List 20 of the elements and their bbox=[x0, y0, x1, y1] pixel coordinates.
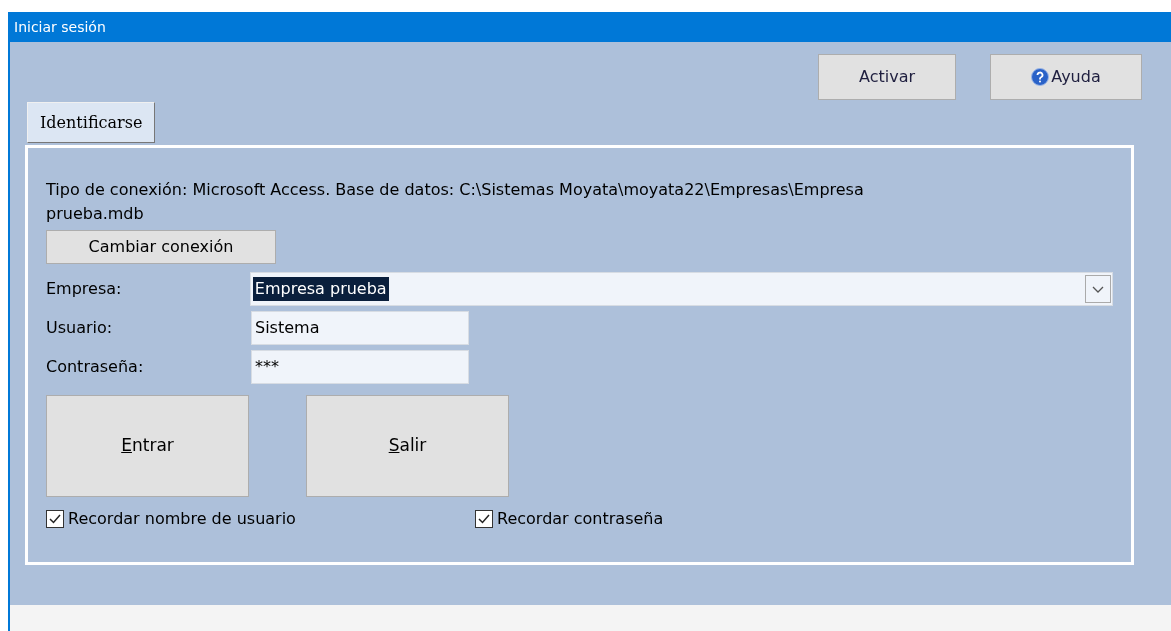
activate-button[interactable]: Activar bbox=[818, 54, 956, 100]
change-connection-button[interactable]: Cambiar conexión bbox=[46, 230, 276, 264]
company-dropdown[interactable]: Empresa prueba bbox=[249, 272, 1113, 306]
checkbox-label: Recordar nombre de usuario bbox=[68, 508, 296, 530]
help-button[interactable]: Ayuda bbox=[990, 54, 1142, 100]
help-icon bbox=[1031, 68, 1050, 86]
tab[interactable]: Identificarse bbox=[27, 102, 156, 143]
checkbox[interactable] bbox=[475, 510, 493, 528]
checkbox[interactable] bbox=[46, 510, 64, 528]
enter-button[interactable]: Entrar bbox=[46, 395, 249, 497]
checkbox-label: Recordar contraseña bbox=[497, 508, 664, 530]
field-label: Empresa: bbox=[46, 278, 123, 300]
field-label: Contraseña: bbox=[46, 356, 145, 378]
connection-info: Tipo de conexión: Microsoft Access. Base de datos: C:\Sistemas Moyata\moyata22\Empresas\Empresa prueba.mdb bbox=[46, 179, 865, 225]
text-field[interactable]: Sistema bbox=[251, 311, 469, 345]
window-title: Iniciar sesión bbox=[14, 17, 106, 37]
text-field[interactable]: *** bbox=[251, 350, 469, 384]
exit-button[interactable]: Salir bbox=[306, 395, 509, 497]
dropdown-value: Empresa prueba bbox=[252, 277, 389, 301]
field-label: Usuario: bbox=[46, 317, 114, 339]
